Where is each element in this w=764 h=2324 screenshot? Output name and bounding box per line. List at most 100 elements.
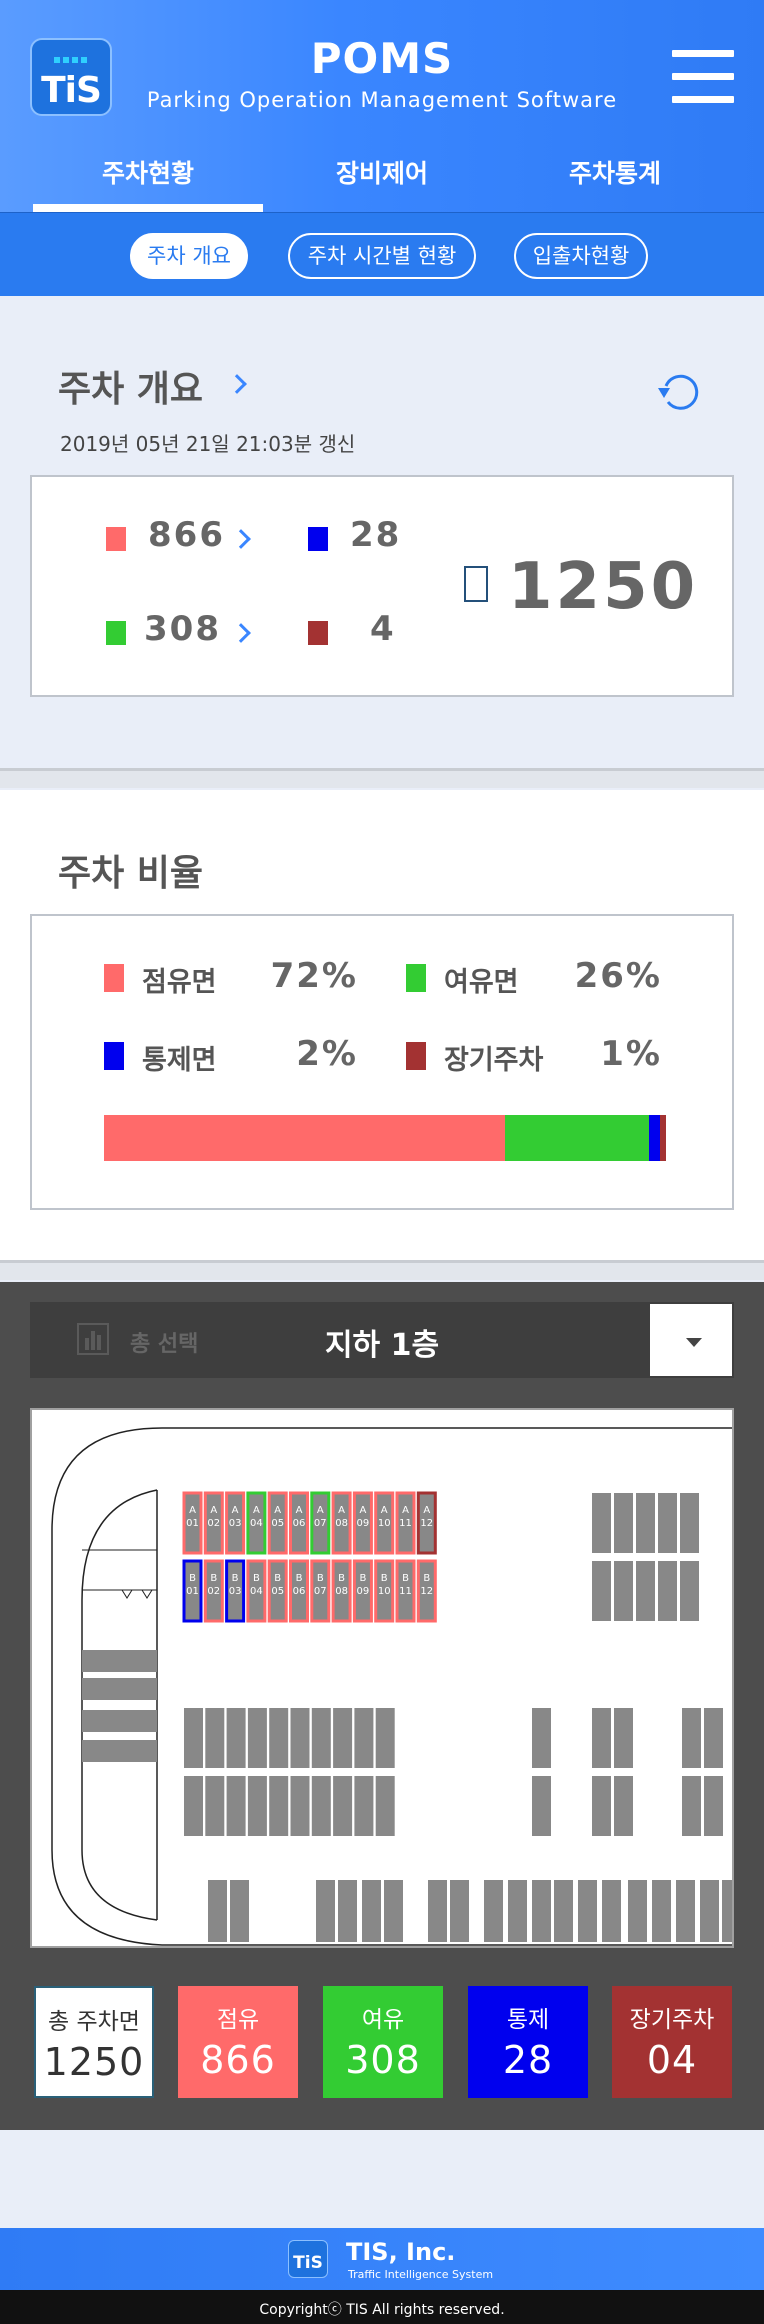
parking-space[interactable] <box>592 1493 611 1553</box>
tab-device-control[interactable]: 장비제어 <box>267 150 497 212</box>
parking-space[interactable] <box>578 1880 597 1942</box>
parking-space-a-prefix: A <box>381 1505 388 1516</box>
parking-space[interactable] <box>205 1776 225 1836</box>
parking-space[interactable] <box>375 1776 395 1836</box>
parking-space[interactable] <box>184 1708 203 1768</box>
parking-space[interactable] <box>247 1776 267 1836</box>
parking-space[interactable] <box>700 1880 719 1942</box>
parking-space[interactable] <box>704 1708 723 1768</box>
parking-space[interactable] <box>333 1776 353 1836</box>
floor-dropdown-chevron-down-icon[interactable] <box>648 1302 734 1378</box>
parking-space[interactable] <box>384 1880 403 1942</box>
available-legend-pct: 26% <box>574 956 662 996</box>
parking-space-b-number: 11 <box>399 1586 412 1597</box>
parking-space[interactable] <box>680 1493 699 1553</box>
overview-chevron-right-icon[interactable] <box>227 374 247 394</box>
parking-space[interactable] <box>205 1708 225 1768</box>
occupied-chevron-right-icon[interactable] <box>231 529 251 549</box>
parking-space[interactable] <box>636 1561 655 1621</box>
parking-space[interactable] <box>362 1880 381 1942</box>
parking-space[interactable] <box>247 1708 267 1768</box>
long-term-legend-label: 장기주차 <box>444 1045 544 1076</box>
parking-space-b-prefix: B <box>359 1573 366 1584</box>
parking-space-a-number: 04 <box>250 1518 263 1529</box>
parking-space[interactable] <box>722 1880 734 1942</box>
parking-space[interactable] <box>338 1880 357 1942</box>
parking-space[interactable] <box>354 1776 374 1836</box>
tab-parking-statistics[interactable]: 주차통계 <box>500 150 730 212</box>
parking-space[interactable] <box>450 1880 469 1942</box>
parking-space[interactable] <box>682 1776 701 1836</box>
parking-space[interactable] <box>269 1776 289 1836</box>
parking-space[interactable] <box>658 1493 677 1553</box>
parking-space[interactable] <box>592 1776 611 1836</box>
controlled-legend-swatch <box>104 1042 124 1070</box>
sub-tabs: 주차 개요 주차 시간별 현황 입출차현황 <box>0 212 764 296</box>
parking-space[interactable] <box>658 1561 677 1621</box>
parking-space-a-number: 06 <box>293 1518 306 1529</box>
parking-space[interactable] <box>676 1880 695 1942</box>
parking-space-b-prefix: B <box>317 1573 324 1584</box>
parking-space-a-number: 09 <box>357 1518 370 1529</box>
tab-parking-status[interactable]: 주차현황 <box>33 150 263 212</box>
available-chevron-right-icon[interactable] <box>231 623 251 643</box>
parking-space[interactable] <box>290 1776 310 1836</box>
parking-space[interactable] <box>532 1708 551 1768</box>
parking-space[interactable] <box>614 1561 633 1621</box>
occupied-legend-pct: 72% <box>270 956 358 996</box>
subtab-parking-overview[interactable]: 주차 개요 <box>130 233 248 279</box>
parking-space[interactable] <box>652 1880 671 1942</box>
available-count: 308 <box>144 609 221 649</box>
stat-long-term-value: 04 <box>646 2038 698 2082</box>
parking-space[interactable] <box>311 1708 331 1768</box>
parking-space[interactable] <box>532 1880 551 1942</box>
parking-space[interactable] <box>532 1776 551 1836</box>
stat-total-label: 총 주차면 <box>48 2009 140 2035</box>
parking-space-b-prefix: B <box>296 1573 303 1584</box>
parking-space[interactable] <box>184 1776 203 1836</box>
parking-space[interactable] <box>316 1880 335 1942</box>
parking-space[interactable] <box>484 1880 503 1942</box>
parking-space[interactable] <box>508 1880 527 1942</box>
long-term-legend-swatch <box>406 1042 426 1070</box>
parking-space[interactable] <box>614 1776 633 1836</box>
parking-space[interactable] <box>592 1708 611 1768</box>
parking-space[interactable] <box>354 1708 374 1768</box>
footer-tis-logo-icon: TiS <box>288 2240 328 2278</box>
parking-space[interactable] <box>614 1708 633 1768</box>
hamburger-menu-icon[interactable] <box>672 50 734 104</box>
parking-space[interactable] <box>554 1880 573 1942</box>
parking-space[interactable] <box>290 1708 310 1768</box>
parking-space[interactable] <box>636 1493 655 1553</box>
parking-space[interactable] <box>333 1708 353 1768</box>
parking-space[interactable] <box>628 1880 647 1942</box>
parking-space[interactable] <box>602 1880 621 1942</box>
parking-space-a-number: 01 <box>186 1518 199 1529</box>
parking-space[interactable] <box>592 1561 611 1621</box>
controlled-count: 28 <box>350 515 402 555</box>
stat-available-label: 여유 <box>361 2007 405 2033</box>
parking-space-a-number: 12 <box>420 1518 433 1529</box>
parking-space-a-prefix: A <box>402 1505 409 1516</box>
parking-space[interactable] <box>614 1493 633 1553</box>
occupied-swatch <box>106 527 126 551</box>
parking-space[interactable] <box>208 1880 227 1942</box>
stat-total: 총 주차면 1250 <box>34 1986 154 2098</box>
parking-space[interactable] <box>230 1880 249 1942</box>
subtab-hourly-status[interactable]: 주차 시간별 현황 <box>288 233 476 279</box>
parking-space-b-prefix: B <box>189 1573 196 1584</box>
parking-space[interactable] <box>226 1776 246 1836</box>
parking-space[interactable] <box>704 1776 723 1836</box>
parking-space[interactable] <box>311 1776 331 1836</box>
controlled-legend-label: 통제면 <box>142 1045 217 1076</box>
parking-space[interactable] <box>269 1708 289 1768</box>
parking-space[interactable] <box>682 1708 701 1768</box>
subtab-entry-exit-status[interactable]: 입출차현황 <box>514 233 648 279</box>
refresh-icon[interactable] <box>652 366 704 418</box>
parking-space[interactable] <box>226 1708 246 1768</box>
parking-space[interactable] <box>680 1561 699 1621</box>
parking-space[interactable] <box>428 1880 447 1942</box>
parking-space-b-number: 06 <box>293 1586 306 1597</box>
parking-space-a-prefix: A <box>274 1505 281 1516</box>
parking-space[interactable] <box>375 1708 395 1768</box>
